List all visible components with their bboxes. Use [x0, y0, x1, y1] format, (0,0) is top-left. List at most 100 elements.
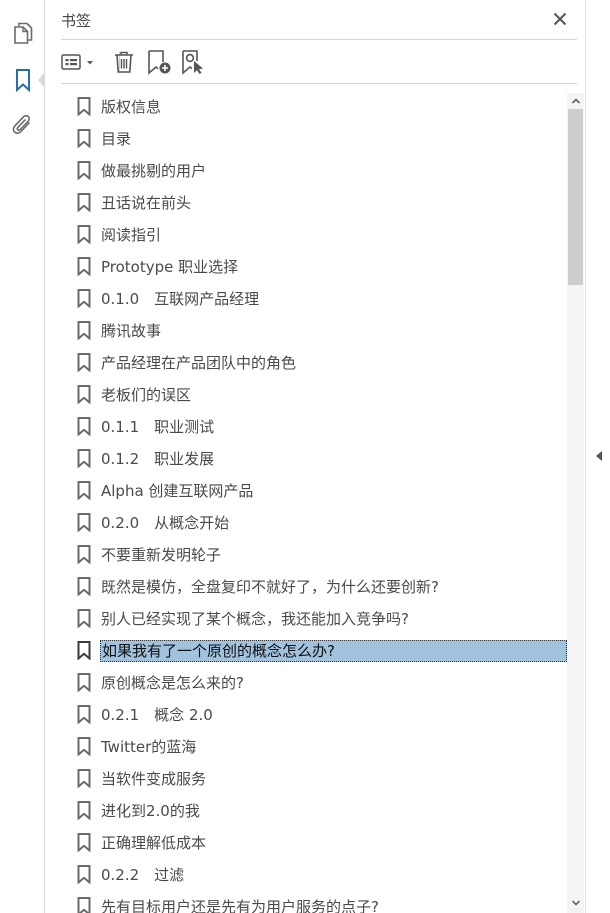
bookmark-icon — [77, 641, 91, 660]
bookmark-label: 产品经理在产品团队中的角色 — [101, 354, 297, 372]
bookmark-item[interactable]: Twitter的蓝海 — [61, 731, 567, 763]
chevron-down-icon — [87, 61, 93, 65]
bookmark-item[interactable]: 0.1.0 互联网产品经理 — [61, 283, 567, 315]
bookmark-label: Twitter的蓝海 — [101, 738, 197, 756]
bookmark-item[interactable]: 原创概念是怎么来的? — [61, 667, 567, 699]
bookmark-item[interactable]: 当软件变成服务 — [61, 763, 567, 795]
scroll-down-icon — [571, 900, 580, 906]
bookmark-label: 当软件变成服务 — [101, 770, 207, 788]
bookmark-icon — [77, 97, 91, 116]
bookmark-list: 版权信息目录做最挑剔的用户 丑话说在前头 阅读指引 Prototype 职业选择 0.1… — [61, 91, 567, 913]
bookmark-label: 0.2.1 概念 2.0 — [101, 706, 213, 724]
bookmark-icon — [77, 289, 91, 308]
bookmark-from-selection-button[interactable] — [179, 49, 207, 75]
bookmark-item[interactable]: 腾讯故事 — [61, 315, 567, 347]
scroll-up-icon — [571, 98, 580, 104]
bookmark-item[interactable]: 0.1.1 职业测试 — [61, 411, 567, 443]
bookmark-item[interactable]: 老板们的误区 — [61, 379, 567, 411]
collapse-panel-button[interactable] — [593, 448, 605, 464]
bookmark-icon — [77, 193, 91, 212]
bookmark-item[interactable]: 做最挑剔的用户 — [61, 155, 567, 187]
triangle-left-icon — [596, 451, 602, 461]
bookmark-label: 如果我有了一个原创的概念怎么办? — [100, 640, 567, 662]
delete-icon — [115, 51, 133, 73]
bookmark-icon — [77, 833, 91, 852]
bookmark-icon — [16, 69, 30, 92]
scrollbar-thumb[interactable] — [568, 109, 583, 285]
bookmark-label: 腾讯故事 — [101, 322, 162, 340]
bookmark-label: 0.1.1 职业测试 — [101, 418, 215, 436]
panel-header: 书签 — [61, 8, 577, 40]
navigation-rail — [0, 0, 45, 913]
attachments-button[interactable] — [8, 110, 38, 140]
bookmark-item[interactable]: 别人已经实现了某个概念，我还能加入竞争吗? — [61, 603, 567, 635]
bookmark-icon — [77, 545, 91, 564]
bookmark-icon — [77, 705, 91, 724]
bookmark-item[interactable]: 目录 — [61, 123, 567, 155]
bookmark-label: 别人已经实现了某个概念，我还能加入竞争吗? — [101, 610, 409, 628]
bookmark-label: 老板们的误区 — [101, 386, 192, 404]
bookmark-item[interactable]: 阅读指引 — [61, 219, 567, 251]
bookmarks-button[interactable] — [8, 65, 38, 95]
bookmark-item[interactable]: 如果我有了一个原创的概念怎么办? — [61, 635, 567, 667]
bookmark-label: 进化到2.0的我 — [101, 802, 200, 820]
bookmark-icon — [77, 321, 91, 340]
bookmark-icon — [77, 577, 91, 596]
bookmark-label: 先有目标用户还是先有为用户服务的点子? — [101, 898, 379, 913]
page-thumbnails-button[interactable] — [8, 18, 38, 48]
bookmark-icon — [77, 417, 91, 436]
bookmark-icon — [77, 513, 91, 532]
panel-title: 书签 — [61, 12, 92, 30]
bookmark-icon — [77, 481, 91, 500]
close-icon — [553, 12, 567, 26]
attachment-icon — [12, 114, 30, 134]
bookmark-item[interactable]: 0.1.2 职业发展 — [61, 443, 567, 475]
bookmark-item[interactable]: 不要重新发明轮子 — [61, 539, 567, 571]
bookmark-item[interactable]: 丑话说在前头 — [61, 187, 567, 219]
vertical-scrollbar[interactable] — [567, 93, 584, 913]
bookmark-item[interactable]: 正确理解低成本 — [61, 827, 567, 859]
scroll-down-button[interactable] — [567, 895, 584, 911]
delete-bookmark-button[interactable] — [111, 49, 137, 75]
bookmark-item[interactable]: 0.2.2 过滤 — [61, 859, 567, 891]
bookmark-item[interactable]: 版权信息 — [61, 91, 567, 123]
new-bookmark-icon — [148, 50, 171, 75]
bookmark-label: 不要重新发明轮子 — [101, 546, 222, 564]
bookmark-label: Alpha 创建互联网产品 — [101, 482, 254, 500]
bookmark-item[interactable]: Alpha 创建互联网产品 — [61, 475, 567, 507]
bookmark-item[interactable]: 先有目标用户还是先有为用户服务的点子? — [61, 891, 567, 913]
bookmark-label: 0.2.0 从概念开始 — [101, 514, 230, 532]
bookmark-item[interactable]: 0.2.0 从概念开始 — [61, 507, 567, 539]
bookmark-icon — [77, 801, 91, 820]
bookmark-icon — [77, 161, 91, 180]
new-bookmark-button[interactable] — [145, 49, 173, 75]
bookmark-item[interactable]: 既然是模仿，全盘复印不就好了，为什么还要创新? — [61, 571, 567, 603]
bookmark-label: 做最挑剔的用户 — [101, 162, 207, 180]
bookmark-icon — [77, 897, 91, 913]
bookmark-label: 丑话说在前头 — [101, 194, 192, 212]
bookmarks-panel: 书签 版权信息 目录 做最挑剔的用户 丑话说在前头 阅读指引 Prototype… — [45, 0, 585, 913]
close-panel-button[interactable] — [551, 10, 569, 28]
bookmark-from-selection-icon — [182, 50, 203, 75]
bookmark-item[interactable]: 进化到2.0的我 — [61, 795, 567, 827]
bookmark-item[interactable]: 产品经理在产品团队中的角色 — [61, 347, 567, 379]
bookmark-label: Prototype 职业选择 — [101, 258, 239, 276]
document-pane-edge — [585, 0, 610, 913]
bookmarks-toolbar — [61, 40, 577, 84]
options-menu-icon — [61, 54, 93, 70]
bookmark-icon — [77, 385, 91, 404]
bookmark-icon — [77, 865, 91, 884]
bookmark-icon — [77, 609, 91, 628]
bookmark-label: 阅读指引 — [101, 226, 162, 244]
bookmark-item[interactable]: Prototype 职业选择 — [61, 251, 567, 283]
options-menu-button[interactable] — [61, 49, 97, 75]
pages-icon — [14, 22, 33, 44]
scroll-up-button[interactable] — [567, 93, 584, 109]
bookmark-label: 正确理解低成本 — [101, 834, 207, 852]
bookmark-item[interactable]: 0.2.1 概念 2.0 — [61, 699, 567, 731]
bookmark-icon — [77, 129, 91, 148]
bookmark-icon — [77, 353, 91, 372]
bookmark-label: 版权信息 — [101, 98, 162, 116]
bookmark-label: 0.1.0 互联网产品经理 — [101, 290, 260, 308]
bookmark-icon — [77, 449, 91, 468]
